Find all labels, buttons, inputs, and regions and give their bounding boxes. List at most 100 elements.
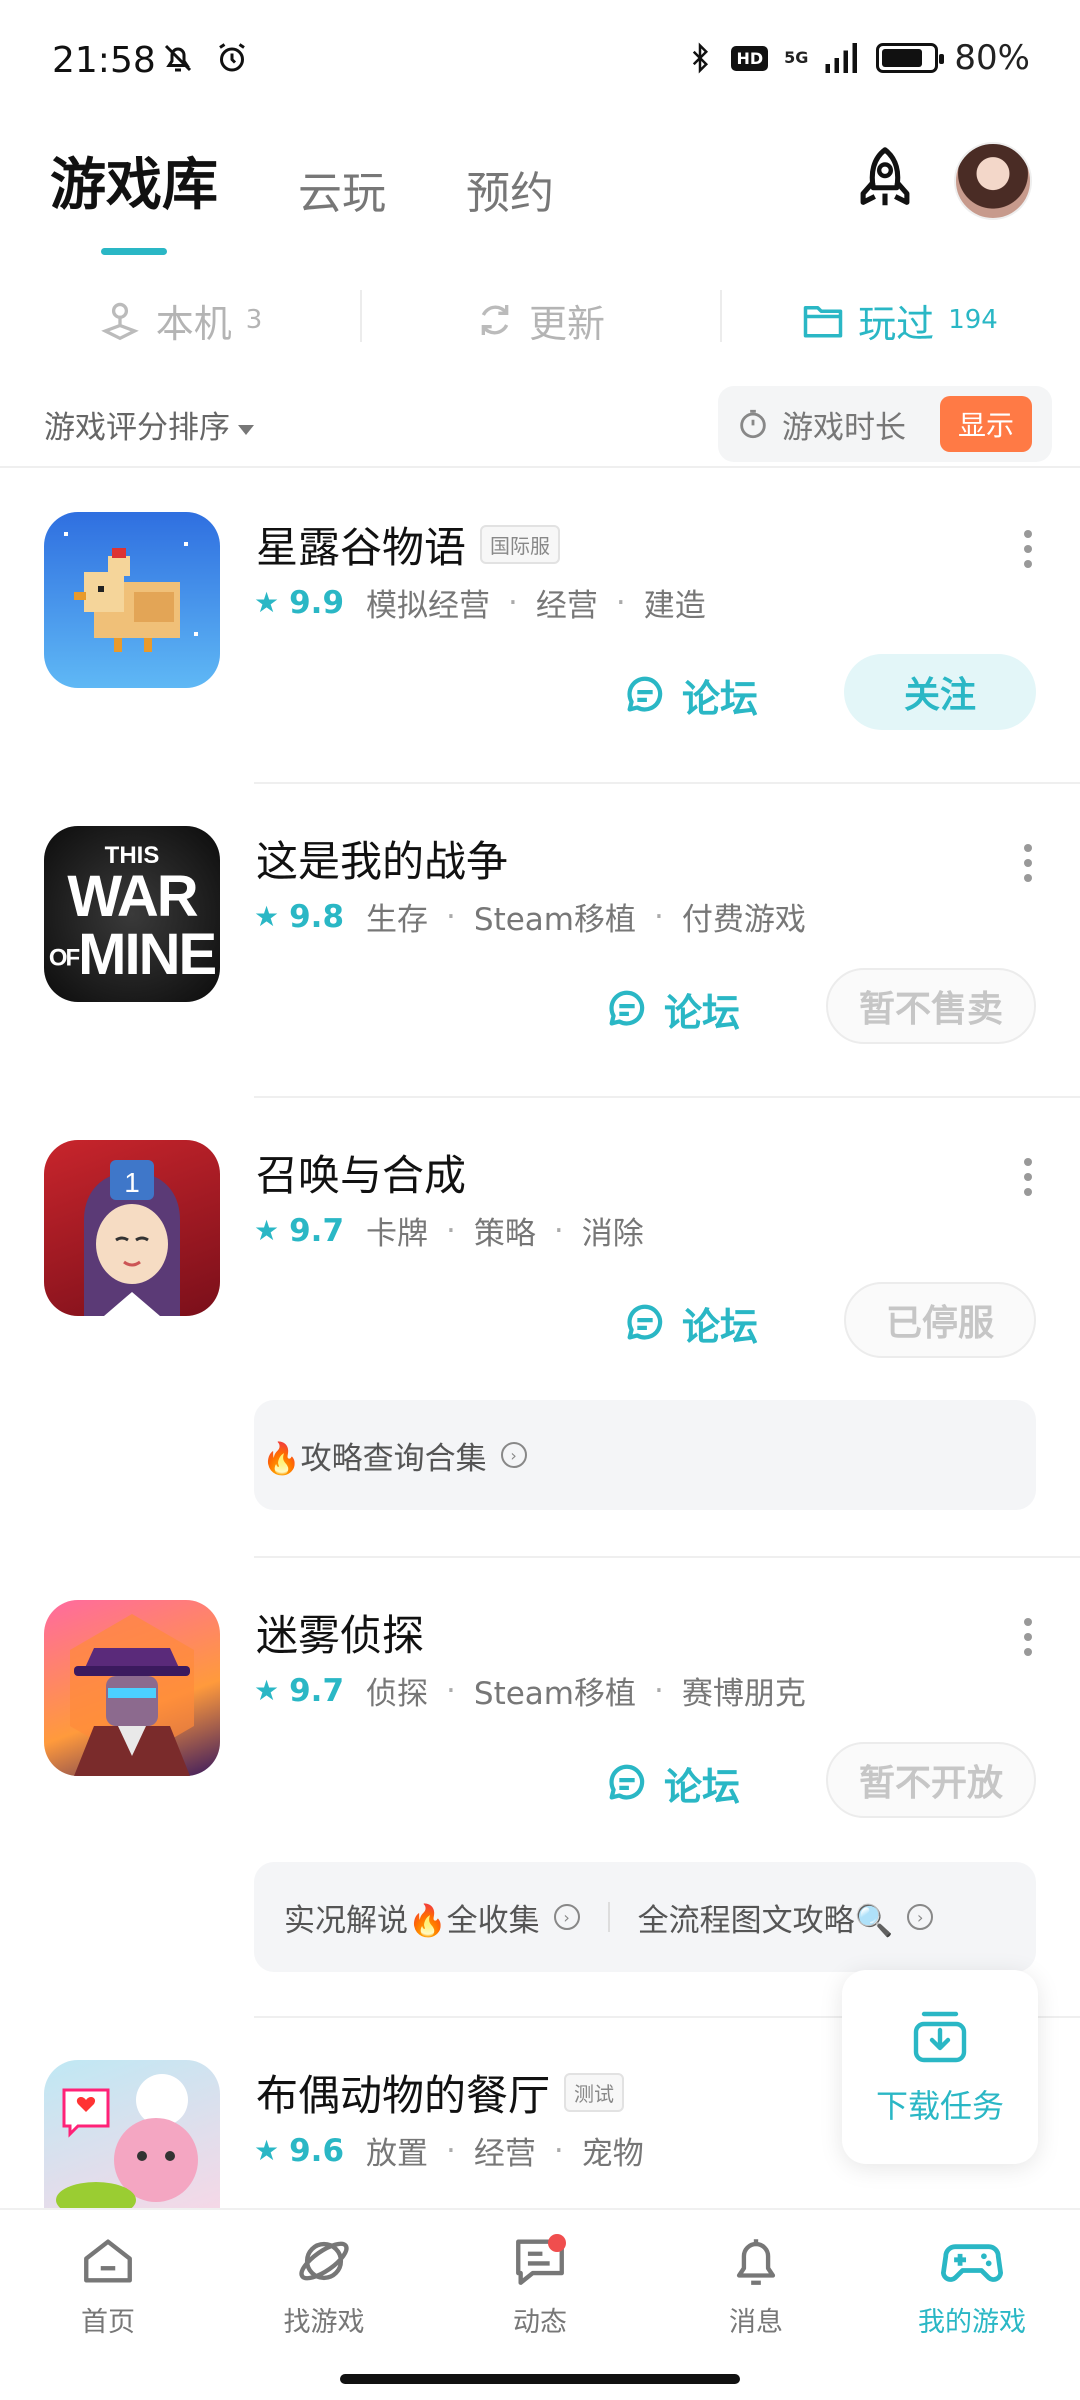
avatar[interactable]	[954, 142, 1032, 220]
subtab-local[interactable]: 本机 3	[0, 280, 360, 360]
more-icon[interactable]	[1022, 844, 1034, 889]
guide-label: 实况解说🔥全收集	[284, 1902, 540, 1939]
genre-separator: ·	[615, 584, 626, 621]
nav-home[interactable]: 首页	[0, 2210, 216, 2400]
guide-link[interactable]: 全流程图文攻略🔍 ›	[638, 1895, 934, 1940]
guide-label: 全流程图文攻略🔍	[637, 1902, 894, 1939]
nav-find-games[interactable]: 找游戏	[216, 2210, 432, 2400]
nav-label: 动态	[513, 2307, 567, 2338]
star-icon: ★	[254, 586, 280, 619]
folder-icon	[803, 306, 843, 338]
subtab-played[interactable]: 玩过 194	[720, 280, 1080, 360]
chevron-right-icon: ›	[907, 1904, 934, 1930]
more-icon[interactable]	[1022, 530, 1034, 575]
game-icon[interactable]: THIS WAR OFMINE	[44, 826, 220, 1002]
battery-percent: 80%	[954, 38, 1030, 78]
game-icon[interactable]	[44, 1600, 220, 1776]
game-title: 召唤与合成	[256, 1151, 467, 1200]
star-icon: ★	[254, 2134, 280, 2167]
game-genre: 策略	[473, 1216, 536, 1252]
nav-label: 首页	[81, 2307, 135, 2338]
game-icon[interactable]: 1	[44, 1140, 220, 1316]
rocket-icon[interactable]	[850, 144, 920, 214]
game-genre: 生存	[366, 902, 429, 938]
subtab-update-label: 更新	[528, 301, 605, 346]
game-icon[interactable]	[44, 512, 220, 688]
game-icon[interactable]	[44, 2060, 220, 2220]
notification-badge	[548, 2234, 566, 2252]
genre-separator: ·	[446, 1672, 456, 1709]
not-open-button[interactable]: 暂不开放	[826, 1742, 1036, 1818]
sort-dropdown[interactable]: 游戏评分排序	[44, 402, 254, 447]
home-indicator[interactable]	[340, 2374, 740, 2384]
subtab-local-count: 3	[245, 305, 263, 335]
tab-game-library[interactable]: 游戏库	[50, 140, 218, 221]
follow-button[interactable]: 关注	[844, 654, 1036, 730]
guide-links: 🔥攻略查询合集 ›	[254, 1400, 1036, 1510]
game-tag: 测试	[564, 2073, 625, 2112]
forum-icon	[627, 676, 663, 712]
subtab-played-label: 玩过	[858, 301, 935, 346]
forum-button[interactable]: 论坛	[622, 668, 758, 723]
forum-label: 论坛	[664, 991, 741, 1035]
game-title: 布偶动物的餐厅	[256, 2071, 551, 2120]
game-genre: 模拟经营	[366, 588, 491, 624]
game-title-row: 召唤与合成	[256, 1142, 466, 1203]
download-tasks-button[interactable]: 下载任务	[842, 1970, 1038, 2164]
not-for-sale-button[interactable]: 暂不售卖	[826, 968, 1036, 1044]
nav-label: 消息	[729, 2307, 783, 2338]
joystick-icon	[100, 302, 139, 341]
game-score: 9.6	[289, 2132, 345, 2169]
bluetooth-icon	[693, 42, 709, 74]
star-icon: ★	[254, 1674, 280, 1707]
forum-button[interactable]: 论坛	[604, 982, 740, 1037]
signal-icon	[825, 43, 858, 73]
game-meta: ★ 9.8 生存 · Steam移植 · 付费游戏	[254, 894, 806, 939]
game-title: 星露谷物语	[256, 523, 467, 572]
genre-separator: ·	[446, 2132, 456, 2169]
forum-button[interactable]: 论坛	[604, 1756, 740, 1811]
guide-link[interactable]: 实况解说🔥全收集 ›	[284, 1895, 580, 1940]
game-title-row: 这是我的战争	[256, 828, 508, 889]
guide-label: 🔥攻略查询合集	[262, 1440, 487, 1477]
subtab-update[interactable]: 更新	[360, 280, 720, 360]
battery-fill	[882, 49, 923, 67]
guide-link[interactable]: 🔥攻略查询合集 ›	[262, 1433, 527, 1478]
game-title-row: 布偶动物的餐厅 测试	[256, 2062, 625, 2123]
game-meta: ★ 9.7 侦探 · Steam移植 · 赛博朋克	[254, 1668, 806, 1713]
stopwatch-icon	[740, 409, 766, 439]
game-genre: 经营	[473, 2136, 536, 2172]
game-genre: 建造	[643, 588, 706, 624]
game-meta: ★ 9.9 模拟经营 · 经营 · 建造	[254, 580, 706, 625]
subtab-played-count: 194	[948, 305, 998, 335]
game-title: 迷雾侦探	[256, 1611, 425, 1660]
status-time: 21:58	[52, 40, 156, 81]
nav-feed[interactable]: 动态	[432, 2210, 648, 2400]
gamepad-icon	[941, 2244, 1003, 2282]
download-tasks-label: 下载任务	[875, 2087, 1004, 2125]
game-icon-text: MINE	[78, 922, 217, 987]
status-left-icons	[160, 40, 250, 76]
tab-cloud-play[interactable]: 云玩	[298, 157, 386, 221]
more-icon[interactable]	[1022, 1618, 1034, 1663]
service-stopped-button[interactable]: 已停服	[844, 1282, 1036, 1358]
show-playtime-button[interactable]: 显示	[939, 396, 1032, 452]
battery-icon	[876, 43, 945, 73]
game-genre: 消除	[581, 1216, 644, 1252]
playtime-toggle[interactable]: 游戏时长 显示	[718, 386, 1052, 462]
character-icon: 1	[84, 1160, 180, 1316]
game-genre: 宠物	[581, 2136, 644, 2172]
genre-separator: ·	[446, 1212, 456, 1249]
subtab-local-label: 本机	[155, 301, 232, 346]
nav-my-games[interactable]: 我的游戏	[864, 2210, 1080, 2400]
game-score: 9.8	[289, 898, 345, 935]
forum-button[interactable]: 论坛	[622, 1296, 758, 1351]
sub-tabs: 本机 3 更新 玩过 194	[0, 280, 1080, 360]
more-icon[interactable]	[1022, 1158, 1034, 1203]
tab-reservation[interactable]: 预约	[466, 157, 554, 221]
detective-icon	[70, 1614, 194, 1776]
genre-separator: ·	[654, 898, 664, 935]
game-icon-text: WAR	[67, 864, 198, 929]
game-meta: ★ 9.6 放置 · 经营 · 宠物	[254, 2128, 644, 2173]
nav-messages[interactable]: 消息	[648, 2210, 864, 2400]
